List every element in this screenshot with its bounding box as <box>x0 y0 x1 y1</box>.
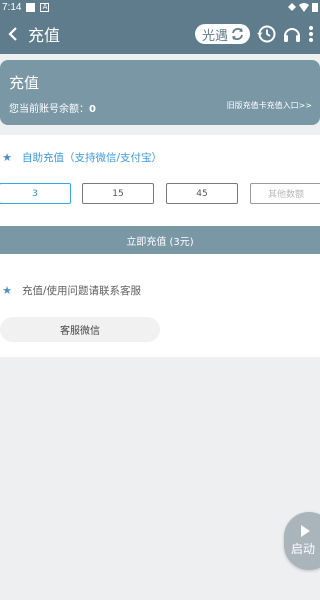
star-icon: ★ <box>2 151 12 164</box>
amount-option-3[interactable]: 3 <box>0 183 71 204</box>
balance-value: 0 <box>89 104 96 115</box>
headset-icon[interactable] <box>282 24 302 44</box>
account-card-title: 充值 <box>9 74 40 92</box>
play-icon <box>301 525 310 537</box>
other-amount-input[interactable]: 其他数额 <box>250 183 320 204</box>
balance-label: 您当前账号余额： <box>9 104 89 115</box>
start-floating-button[interactable]: 启动 <box>284 512 320 570</box>
signal-diamond-icon <box>288 3 296 11</box>
status-time: 7:14 <box>2 1 22 13</box>
start-label: 启动 <box>290 542 315 556</box>
guangyu-switch-button[interactable]: 光遇 <box>194 24 250 44</box>
account-card: 充值 您当前账号余额：0 旧版充值卡充值入口>> <box>0 60 320 125</box>
more-vert-icon[interactable] <box>308 24 314 44</box>
self-recharge-header: ★ 自助充值（支持微信/支付宝） <box>0 150 162 165</box>
help-title: 充值/使用问题请联系客服 <box>22 285 142 297</box>
status-bar: 7:14 A <box>0 0 320 14</box>
amount-option-45[interactable]: 45 <box>166 183 238 204</box>
help-header: ★ 充值/使用问题请联系客服 <box>0 283 141 298</box>
old-recharge-card-link[interactable]: 旧版充值卡充值入口>> <box>227 100 312 111</box>
battery-icon <box>312 3 318 12</box>
refresh-icon <box>232 28 243 40</box>
guangyu-label: 光遇 <box>201 28 228 44</box>
balance-row: 您当前账号余额：0 <box>9 100 96 115</box>
amount-option-15[interactable]: 15 <box>82 183 154 204</box>
app-bar-tools: 光遇 <box>194 24 314 44</box>
back-arrow-icon <box>8 27 17 41</box>
notification-square-icon <box>26 2 36 12</box>
notification-a-icon: A <box>40 2 50 12</box>
star-icon: ★ <box>2 284 12 297</box>
self-recharge-title: 自助充值（支持微信/支付宝） <box>22 152 163 164</box>
status-right-icons <box>288 2 318 12</box>
history-icon[interactable] <box>256 24 276 44</box>
back-button[interactable] <box>0 26 26 42</box>
support-wechat-button[interactable]: 客服微信 <box>0 317 160 342</box>
wifi-icon <box>299 2 309 12</box>
app-bar: 充值 光遇 <box>0 14 320 54</box>
pay-now-button[interactable]: 立即充值 (3元) <box>0 226 320 254</box>
page-title: 充值 <box>28 26 61 45</box>
